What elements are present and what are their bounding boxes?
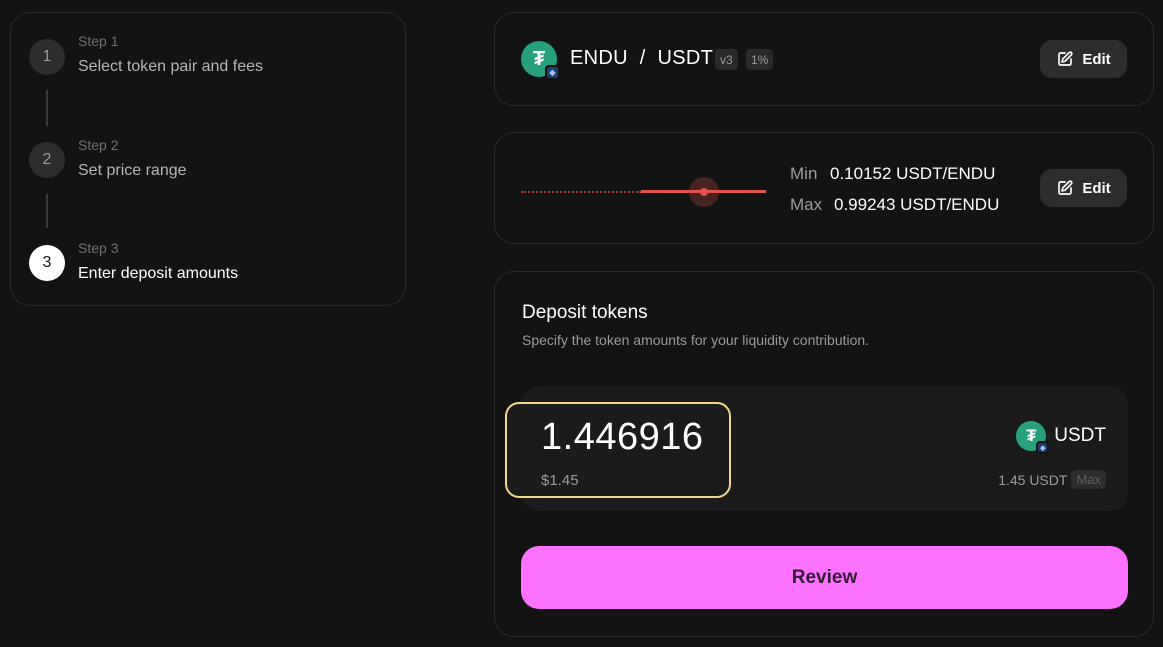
max-button[interactable]: Max [1071,470,1106,489]
max-value: 0.99243 USDT/ENDU [834,195,1000,214]
token0-symbol: ENDU [570,47,628,69]
step-2-number: 2 [29,142,65,178]
chain-badge-icon: ◆ [1036,441,1050,454]
step-2-title: Set price range [78,162,187,179]
deposit-subtitle: Specify the token amounts for your liqui… [522,332,870,348]
step-connector [46,90,48,126]
pair-separator: / [639,47,646,69]
token-symbol: USDT [1054,425,1106,446]
amount-usd-value: $1.45 [541,472,579,489]
step-connector [46,194,48,228]
price-range-panel: Min 0.10152 USDT/ENDU Max 0.99243 USDT/E… [494,132,1154,244]
deposit-panel: Deposit tokens Specify the token amounts… [494,271,1154,637]
usdt-token-logo-icon: ₮ ◆ [521,41,560,80]
current-price-marker [700,188,708,196]
step-3-number: 3 [29,245,65,281]
edit-range-button[interactable]: Edit [1040,169,1127,207]
edit-icon [1058,180,1073,195]
step-1-kicker: Step 1 [78,33,119,49]
edit-icon [1058,51,1073,66]
pair-name: ENDU / USDT [570,47,713,70]
review-button[interactable]: Review [521,546,1128,609]
edit-range-label: Edit [1082,179,1111,197]
token-selector[interactable]: ₮ ◆ USDT [1016,421,1106,454]
min-label: Min [790,164,818,183]
step-1-title: Select token pair and fees [78,58,264,75]
edit-pair-button[interactable]: Edit [1040,40,1127,78]
chain-badge-icon: ◆ [545,65,560,80]
step-3-title: Enter deposit amounts [78,265,239,282]
edit-pair-label: Edit [1082,50,1111,68]
token1-symbol: USDT [657,47,714,69]
amount-value: 1.446916 [541,416,704,458]
deposit-title: Deposit tokens [522,302,648,323]
version-tag: v3 [715,49,738,70]
range-out-of-range-line [521,191,641,193]
amount-input[interactable]: 1.446916 $1.45 [505,402,731,498]
usdt-token-logo-icon: ₮ ◆ [1016,421,1050,454]
step-1-number: 1 [29,39,65,75]
deposit-input-box: 1.446916 $1.45 ₮ ◆ USDT 1.45 USDT Max [505,386,1128,511]
step-3-kicker: Step 3 [78,240,119,256]
step-2-kicker: Step 2 [78,137,119,153]
min-value: 0.10152 USDT/ENDU [830,164,996,183]
fee-tag: 1% [746,49,774,70]
balance-value: 1.45 USDT [998,471,1068,488]
token-balance: 1.45 USDT Max [998,470,1106,489]
pair-panel: ₮ ◆ ENDU / USDT v3 1% Edit [494,12,1154,106]
steps-panel: 1 Step 1 Select token pair and fees 2 St… [10,12,406,306]
max-label: Max [790,195,823,214]
